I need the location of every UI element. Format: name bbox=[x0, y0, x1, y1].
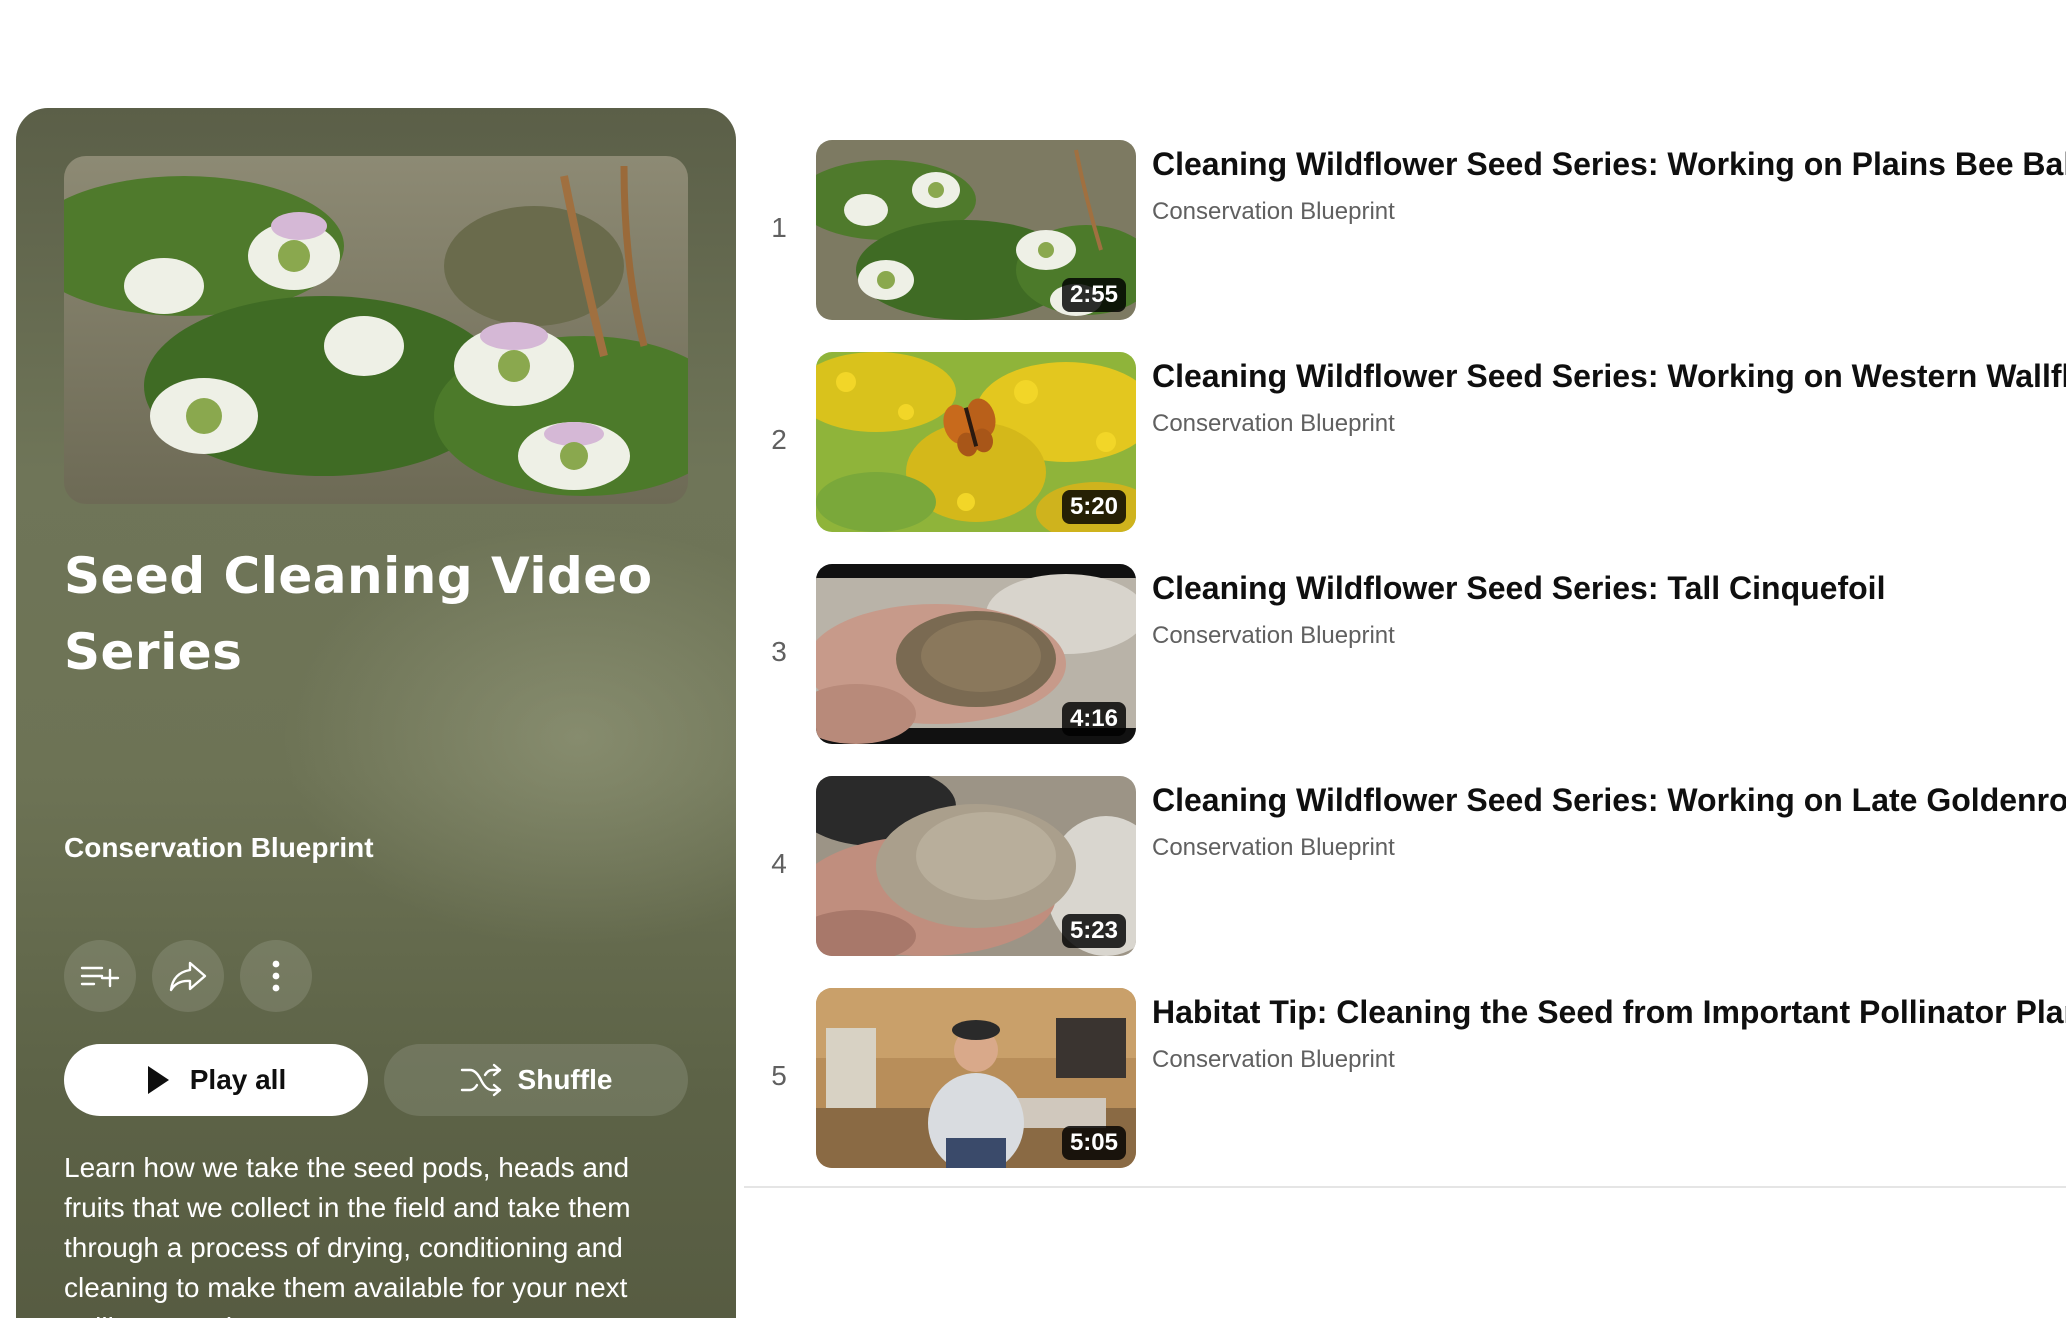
playlist-play-actions: Play all Shuffle bbox=[64, 1044, 688, 1116]
playlist-icon-actions bbox=[64, 940, 312, 1012]
save-playlist-button[interactable] bbox=[64, 940, 136, 1012]
shuffle-icon bbox=[460, 1063, 501, 1097]
video-item[interactable]: 5 5:05 Habitat Tip: Cleaning the Seed fr… bbox=[744, 976, 2066, 1188]
more-vert-icon bbox=[272, 960, 280, 992]
video-channel[interactable]: Conservation Blueprint bbox=[1152, 622, 1395, 650]
video-index: 3 bbox=[771, 636, 787, 667]
duration-badge: 4:16 bbox=[1061, 702, 1126, 736]
video-thumbnail[interactable]: 2:55 bbox=[816, 140, 1136, 320]
video-channel[interactable]: Conservation Blueprint bbox=[1152, 198, 1395, 226]
shuffle-label: Shuffle bbox=[517, 1064, 613, 1095]
playlist-description: Learn how we take the seed pods, heads a… bbox=[64, 1152, 631, 1318]
more-actions-button[interactable] bbox=[240, 940, 312, 1012]
video-title[interactable]: Cleaning Wildflower Seed Series: Working… bbox=[1152, 778, 2066, 822]
play-all-button[interactable]: Play all bbox=[64, 1044, 368, 1116]
play-icon bbox=[147, 1066, 169, 1094]
video-index: 1 bbox=[771, 212, 787, 243]
duration-badge: 2:55 bbox=[1061, 278, 1126, 312]
video-index: 2 bbox=[771, 424, 787, 455]
list-divider bbox=[744, 1186, 2066, 1188]
shuffle-button[interactable]: Shuffle bbox=[384, 1044, 688, 1116]
video-thumbnail[interactable]: 5:05 bbox=[816, 988, 1136, 1168]
video-list: 1 2:55 Cleaning Wildflower Seed Series: … bbox=[744, 128, 2066, 1188]
video-channel[interactable]: Conservation Blueprint bbox=[1152, 834, 1395, 862]
video-index: 4 bbox=[771, 848, 787, 879]
video-channel[interactable]: Conservation Blueprint bbox=[1152, 410, 1395, 438]
video-index: 5 bbox=[771, 1060, 787, 1091]
duration-badge: 5:05 bbox=[1061, 1126, 1126, 1160]
video-title[interactable]: Cleaning Wildflower Seed Series: Working… bbox=[1152, 142, 2066, 186]
playlist-thumbnail[interactable] bbox=[64, 156, 688, 504]
video-thumbnail[interactable]: 5:23 bbox=[816, 776, 1136, 956]
playlist-title: Seed Cleaning Video Series bbox=[64, 547, 653, 681]
video-thumbnail[interactable]: 5:20 bbox=[816, 352, 1136, 532]
share-button[interactable] bbox=[152, 940, 224, 1012]
video-item[interactable]: 1 2:55 Cleaning Wildflower Seed Series: … bbox=[744, 128, 2066, 340]
video-title[interactable]: Cleaning Wildflower Seed Series: Working… bbox=[1152, 354, 2066, 398]
share-icon bbox=[169, 961, 207, 992]
playlist-channel-link[interactable]: Conservation Blueprint bbox=[64, 832, 374, 864]
video-item[interactable]: 3 4:16 Cleaning Wildflower Seed Series: … bbox=[744, 552, 2066, 764]
duration-badge: 5:20 bbox=[1061, 490, 1126, 524]
bee-balm-flowers-image bbox=[64, 156, 688, 504]
video-channel[interactable]: Conservation Blueprint bbox=[1152, 1046, 1395, 1074]
playlist-add-icon bbox=[80, 966, 120, 988]
video-thumbnail[interactable]: 4:16 bbox=[816, 564, 1136, 744]
video-item[interactable]: 4 5:23 Cleaning Wildflower Seed Series: … bbox=[744, 764, 2066, 976]
playlist-header-panel: Seed Cleaning Video Series Conservation … bbox=[16, 108, 736, 1318]
video-title[interactable]: Cleaning Wildflower Seed Series: Tall Ci… bbox=[1152, 566, 2066, 610]
play-all-label: Play all bbox=[189, 1064, 287, 1095]
video-title[interactable]: Habitat Tip: Cleaning the Seed from Impo… bbox=[1152, 990, 2066, 1034]
duration-badge: 5:23 bbox=[1061, 914, 1126, 948]
video-item[interactable]: 2 5:20 Cleaning Wildflower Seed Series: … bbox=[744, 340, 2066, 552]
